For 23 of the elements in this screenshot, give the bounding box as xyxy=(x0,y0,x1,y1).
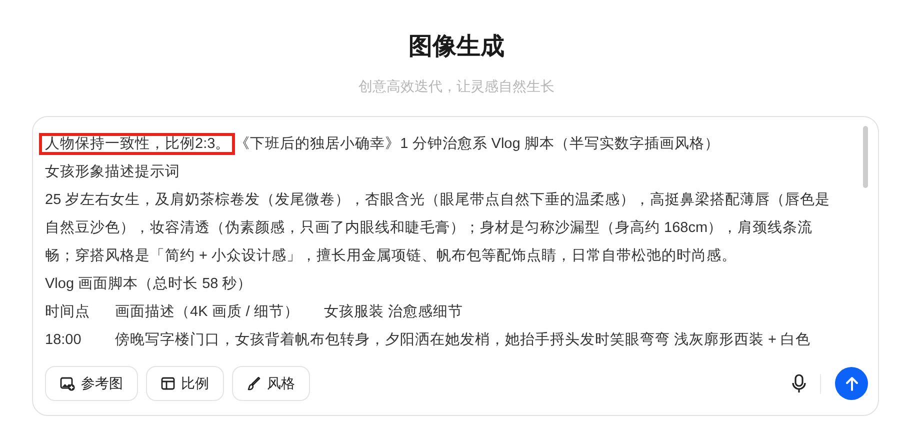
microphone-icon[interactable] xyxy=(792,374,806,393)
script-cell-text: 女孩服装 治愈感细节 xyxy=(324,303,464,322)
send-button[interactable] xyxy=(835,367,868,400)
script-cell-text: 18:00 xyxy=(45,331,82,350)
tool-button[interactable]: 风格 xyxy=(232,366,310,401)
image-add-icon xyxy=(60,376,75,390)
script-cell-text: 傍晚写字楼门口，女孩背着帆布包转身，夕阳洒在她发梢，她抬手捋头发时笑眼弯弯 浅灰廓形西装 + 白色 xyxy=(115,330,811,350)
scrollbar-thumb[interactable] xyxy=(863,126,868,188)
script-cell-text: 时间点 xyxy=(45,303,91,322)
prompt-text: Vlog 画面脚本（总时长 58 秒） xyxy=(45,275,254,294)
page-title: 图像生成 xyxy=(408,32,504,62)
page-subtitle: 创意高效迭代，让灵感自然生长 xyxy=(358,77,554,96)
brush-icon xyxy=(247,376,261,390)
arrow-up-icon xyxy=(844,376,860,392)
tool-button[interactable]: 参考图 xyxy=(45,366,138,401)
prompt-text: 《下班后的独居小确幸》1 分钟治愈系 Vlog 脚本（半写实数字插画风格） xyxy=(235,136,720,152)
prompt-text: 女孩形象描述提示词 xyxy=(45,163,181,182)
highlighted-text: 人物保持一致性，比例2:3。 xyxy=(39,133,236,155)
tool-button[interactable]: 比例 xyxy=(146,366,224,401)
prompt-text: 25 岁左右女生，及肩奶茶棕卷发（发尾微卷），杏眼含光（眼尾带点自然下垂的温柔感），高挺鼻梁搭配薄唇（唇色是自然豆沙色），妆容清透（伪素颜感，只画了内眼线和睫毛膏）；身材是匀称沙漏型（身高约 168cm），肩颈线条流畅；穿搭风格是「简约 + 小众设计感」，擅长用金属项链、帆布包等配饰点睛，日常自带松弛的时尚感。 xyxy=(45,190,832,266)
script-cell-text: 画面描述（4K 画质 / 细节） xyxy=(115,303,300,322)
prompt-input-card[interactable] xyxy=(32,116,879,416)
layout-icon xyxy=(161,377,175,390)
